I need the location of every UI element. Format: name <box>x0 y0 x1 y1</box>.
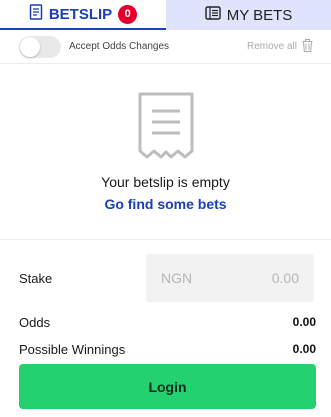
stake-row: Stake NGN 0.00 <box>19 254 314 302</box>
accept-odds-setting: Accept Odds Changes <box>19 35 170 58</box>
odds-label: Odds <box>19 314 51 330</box>
tab-my-bets-label: MY BETS <box>226 6 293 24</box>
odds-row: Odds 0.00 <box>19 312 316 332</box>
remove-all-label: Remove all <box>246 41 297 52</box>
tab-betslip[interactable]: BETSLIP 0 <box>0 0 166 30</box>
tab-my-bets[interactable]: MY BETS <box>166 0 331 30</box>
stake-label: Stake <box>19 270 53 286</box>
empty-receipt-icon <box>137 91 195 164</box>
accept-odds-toggle[interactable] <box>19 35 61 58</box>
odds-value: 0.00 <box>292 315 316 329</box>
tab-betslip-label: BETSLIP <box>48 5 113 23</box>
accept-odds-label: Accept Odds Changes <box>69 41 170 52</box>
list-icon <box>205 5 221 25</box>
betslip-count-badge: 0 <box>118 4 138 24</box>
possible-winnings-value: 0.00 <box>292 342 316 356</box>
possible-winnings-label: Possible Winnings <box>19 341 126 357</box>
trash-icon <box>302 38 313 55</box>
find-bets-link[interactable]: Go find some bets <box>104 196 226 212</box>
toggle-knob <box>20 36 40 57</box>
betslip-tabs: BETSLIP 0 MY BETS <box>0 0 331 30</box>
possible-winnings-row: Possible Winnings 0.00 <box>19 339 316 359</box>
remove-all-button[interactable]: Remove all <box>246 38 313 55</box>
stake-currency: NGN <box>161 270 193 286</box>
empty-message: Your betslip is empty <box>101 174 230 190</box>
divider <box>0 239 331 240</box>
betslip-options: Accept Odds Changes Remove all <box>0 30 331 64</box>
receipt-icon <box>29 3 43 25</box>
stake-placeholder: 0.00 <box>271 270 299 286</box>
stake-input[interactable]: NGN 0.00 <box>146 254 314 302</box>
empty-betslip: Your betslip is empty Go find some bets <box>0 64 331 239</box>
login-button[interactable]: Login <box>19 364 316 409</box>
